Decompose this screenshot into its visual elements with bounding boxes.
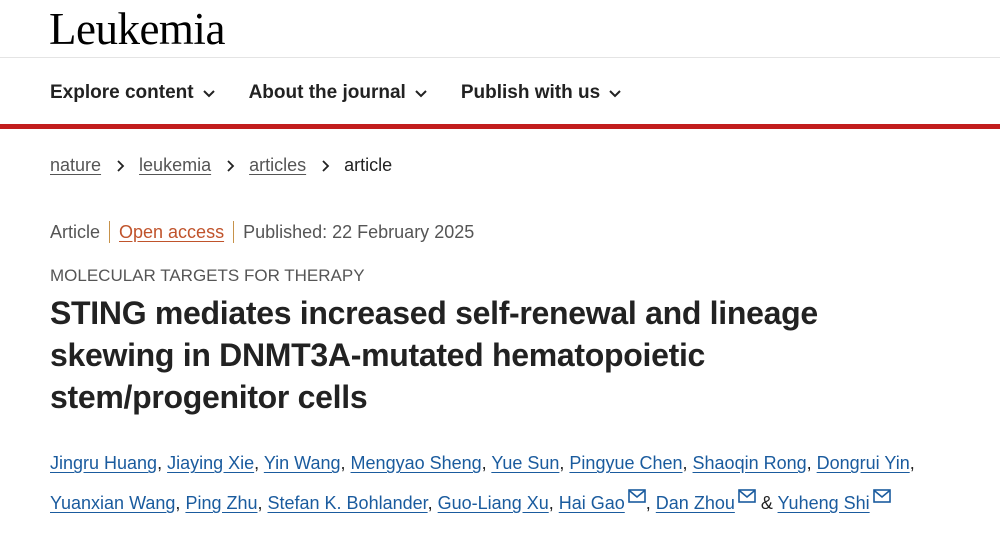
chevron-right-icon bbox=[318, 159, 332, 173]
mail-icon[interactable] bbox=[627, 489, 646, 503]
author-link[interactable]: Jiaying Xie bbox=[167, 453, 254, 473]
author-item: Yin Wang bbox=[264, 453, 341, 473]
author-link[interactable]: Yin Wang bbox=[264, 453, 341, 473]
author-item: Ping Zhu bbox=[185, 493, 257, 513]
article-type: Article bbox=[50, 221, 101, 242]
chevron-right-icon bbox=[223, 159, 237, 173]
author-link[interactable]: Yuheng Shi bbox=[778, 493, 870, 513]
mail-icon[interactable] bbox=[872, 489, 891, 503]
author-item: Hai Gao bbox=[559, 489, 646, 513]
chevron-down-icon bbox=[607, 85, 623, 101]
author-link[interactable]: Stefan K. Bohlander bbox=[268, 493, 428, 513]
nav-label: About the journal bbox=[248, 82, 406, 103]
author-link[interactable]: Yuanxian Wang bbox=[50, 493, 175, 513]
author-item: Yue Sun bbox=[491, 453, 559, 473]
nav-publish-with-us[interactable]: Publish with us bbox=[461, 82, 623, 104]
main-nav: Explore content About the journal Publis… bbox=[50, 78, 655, 108]
breadcrumb-articles[interactable]: articles bbox=[249, 155, 306, 176]
author-item: Dongrui Yin bbox=[817, 453, 910, 473]
author-link[interactable]: Pingyue Chen bbox=[569, 453, 682, 473]
author-link[interactable]: Mengyao Sheng bbox=[351, 453, 482, 473]
mail-icon[interactable] bbox=[738, 489, 756, 503]
author-item: Yuheng Shi bbox=[778, 489, 891, 513]
author-list: Jingru Huang, Jiaying Xie, Yin Wang, Men… bbox=[50, 453, 915, 513]
author-item: Yuanxian Wang bbox=[50, 493, 175, 513]
author-link[interactable]: Hai Gao bbox=[559, 493, 625, 513]
meta-divider bbox=[233, 221, 235, 243]
author-item: Pingyue Chen bbox=[569, 453, 682, 473]
author-item: Mengyao Sheng bbox=[351, 453, 482, 473]
author-item: Jingru Huang bbox=[50, 453, 157, 473]
published-date: Published: 22 February 2025 bbox=[243, 221, 475, 242]
author-item: Guo-Liang Xu bbox=[438, 493, 549, 513]
author-link[interactable]: Guo-Liang Xu bbox=[438, 493, 549, 513]
nav-label: Publish with us bbox=[460, 82, 601, 103]
article-meta: Article Open access Published: 22 Februa… bbox=[50, 221, 474, 243]
breadcrumb-leukemia[interactable]: leukemia bbox=[139, 155, 211, 176]
nav-label: Explore content bbox=[50, 82, 194, 103]
author-link[interactable]: Dan Zhou bbox=[656, 493, 735, 513]
author-item: Dan Zhou bbox=[656, 489, 756, 513]
author-item: Shaoqin Rong bbox=[693, 453, 807, 473]
author-item: Jiaying Xie bbox=[167, 453, 254, 473]
masthead: Leukemia bbox=[0, 0, 1000, 58]
breadcrumb: nature leukemia articles article bbox=[50, 155, 392, 176]
breadcrumb-current: article bbox=[344, 155, 393, 175]
nav-about-journal[interactable]: About the journal bbox=[249, 82, 429, 104]
chevron-down-icon bbox=[413, 85, 429, 101]
header-divider bbox=[0, 57, 1000, 58]
meta-divider bbox=[109, 221, 111, 243]
author-link[interactable]: Dongrui Yin bbox=[817, 453, 910, 473]
subject-heading: MOLECULAR TARGETS FOR THERAPY bbox=[50, 266, 365, 285]
author-link[interactable]: Jingru Huang bbox=[50, 453, 157, 473]
open-access-link[interactable]: Open access bbox=[119, 222, 224, 243]
article-title: STING mediates increased self-renewal an… bbox=[50, 295, 818, 415]
breadcrumb-nature[interactable]: nature bbox=[50, 155, 101, 176]
author-item: Stefan K. Bohlander bbox=[268, 493, 428, 513]
chevron-down-icon bbox=[201, 85, 217, 101]
nav-explore-content[interactable]: Explore content bbox=[50, 82, 217, 104]
brand-divider bbox=[0, 124, 1000, 129]
journal-logo[interactable]: Leukemia bbox=[49, 4, 225, 54]
author-link[interactable]: Ping Zhu bbox=[185, 493, 257, 513]
author-link[interactable]: Yue Sun bbox=[491, 453, 559, 473]
chevron-right-icon bbox=[113, 159, 127, 173]
author-link[interactable]: Shaoqin Rong bbox=[693, 453, 807, 473]
